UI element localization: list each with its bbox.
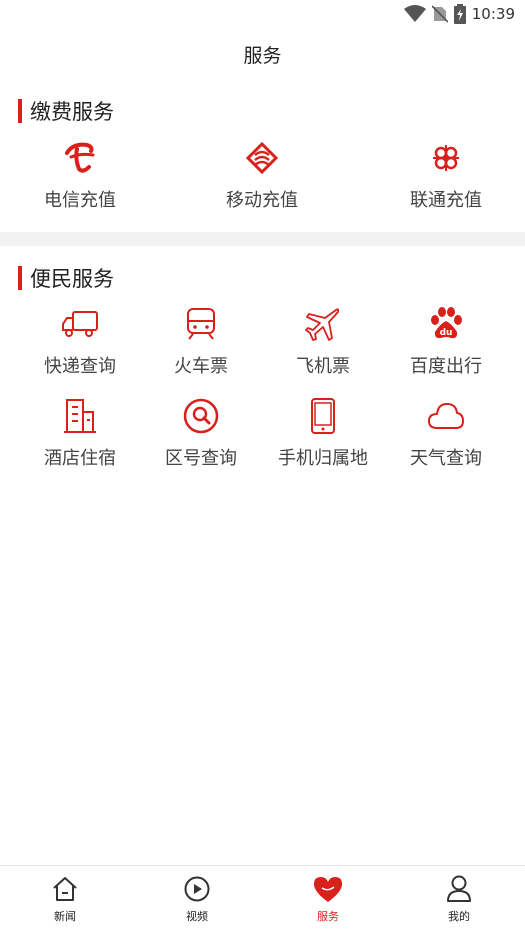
tab-video[interactable]: 视频 <box>157 874 237 930</box>
item-label: 联通充值 <box>410 190 482 211</box>
item-label: 手机归属地 <box>278 448 368 469</box>
section-header-payment: 缴费服务 <box>18 96 114 126</box>
item-label: 百度出行 <box>410 356 482 377</box>
china-unicom-icon <box>426 138 466 178</box>
phone-location-button[interactable]: 手机归属地 <box>262 396 384 476</box>
china-mobile-icon <box>242 138 282 178</box>
item-label: 飞机票 <box>296 356 350 377</box>
area-code-query-button[interactable]: 区号查询 <box>140 396 262 476</box>
train-icon <box>181 304 221 344</box>
hotel-icon <box>60 396 100 436</box>
hotel-button[interactable]: 酒店住宿 <box>19 396 141 476</box>
status-bar: 10:39 <box>0 0 525 30</box>
wifi-icon <box>403 5 426 22</box>
telecom-recharge-button[interactable]: 电信充值 <box>19 138 141 218</box>
truck-icon <box>60 304 100 344</box>
tab-label: 服务 <box>317 910 339 923</box>
battery-icon <box>453 4 466 24</box>
item-label: 电信充值 <box>44 190 116 211</box>
item-label: 天气查询 <box>410 448 482 469</box>
tab-news[interactable]: 新闻 <box>25 874 105 930</box>
svg-text:du: du <box>440 328 453 338</box>
unicom-recharge-button[interactable]: 联通充值 <box>385 138 507 218</box>
page-title: 服务 <box>243 44 282 67</box>
heart-icon <box>313 874 343 904</box>
china-telecom-icon <box>60 138 100 178</box>
section-divider <box>0 232 525 246</box>
section-header-convenience: 便民服务 <box>18 263 114 293</box>
item-label: 快递查询 <box>44 356 116 377</box>
bottom-tab-bar: 新闻 视频 服务 我的 <box>0 865 525 933</box>
phone-icon <box>303 396 343 436</box>
baidu-travel-button[interactable]: du 百度出行 <box>385 304 507 384</box>
mobile-recharge-button[interactable]: 移动充值 <box>201 138 323 218</box>
section-accent-bar <box>18 266 22 290</box>
tab-label: 视频 <box>186 910 208 923</box>
item-label: 区号查询 <box>165 448 237 469</box>
weather-query-button[interactable]: 天气查询 <box>385 396 507 476</box>
search-icon <box>181 396 221 436</box>
title-bar: 服务 <box>0 30 525 78</box>
item-label: 火车票 <box>174 356 228 377</box>
status-icons: 10:39 <box>403 4 515 24</box>
user-icon <box>444 874 474 904</box>
tab-services[interactable]: 服务 <box>288 874 368 930</box>
cloud-icon <box>426 396 466 436</box>
no-sim-icon <box>431 5 448 23</box>
play-icon <box>182 874 212 904</box>
home-icon <box>50 874 80 904</box>
airplane-icon <box>303 304 343 344</box>
flight-ticket-button[interactable]: 飞机票 <box>262 304 384 384</box>
express-query-button[interactable]: 快递查询 <box>19 304 141 384</box>
tab-me[interactable]: 我的 <box>419 874 499 930</box>
item-label: 移动充值 <box>226 190 298 211</box>
status-time: 10:39 <box>471 5 515 23</box>
tab-label: 新闻 <box>54 910 76 923</box>
section-title-convenience: 便民服务 <box>30 267 114 291</box>
section-accent-bar <box>18 99 22 123</box>
train-ticket-button[interactable]: 火车票 <box>140 304 262 384</box>
item-label: 酒店住宿 <box>44 448 116 469</box>
section-title-payment: 缴费服务 <box>30 100 114 124</box>
tab-label: 我的 <box>448 910 470 923</box>
baidu-icon: du <box>426 304 466 344</box>
